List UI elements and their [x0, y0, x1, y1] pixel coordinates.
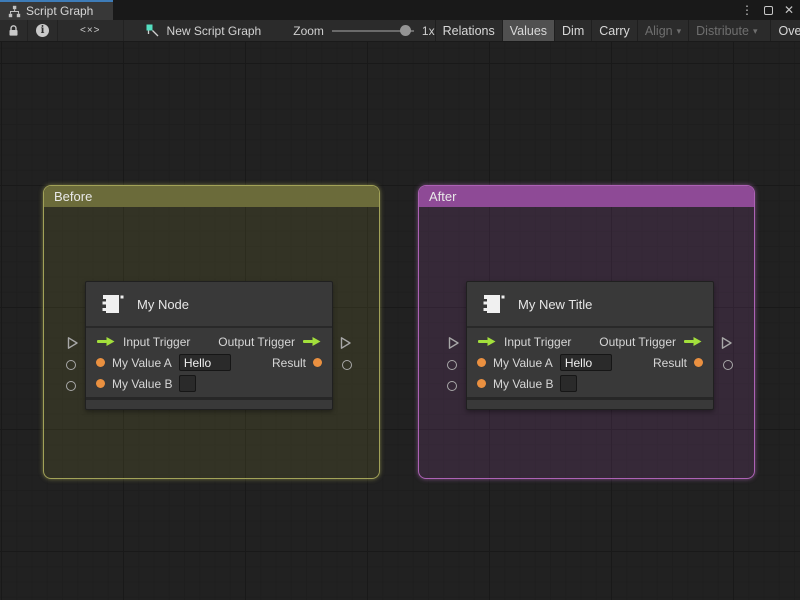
zoom-value: 1x [421, 23, 435, 38]
node-footer [467, 397, 713, 409]
tab-script-graph[interactable]: Script Graph [0, 0, 113, 20]
unit-node-icon [98, 290, 126, 318]
ext-result-port[interactable] [723, 360, 733, 370]
node-my-new-title[interactable]: My New Title Input Trigger Output Trigge… [447, 281, 733, 410]
window-controls: ⋮ ✕ [741, 0, 794, 20]
menu-icon[interactable]: ⋮ [741, 3, 753, 17]
node-body: Input Trigger Output Trigger My Value A [86, 328, 332, 397]
value-port-dot [96, 358, 105, 367]
group-before-header[interactable]: Before [44, 186, 379, 207]
value-a-input[interactable] [559, 354, 612, 371]
output-trigger-label: Output Trigger [599, 334, 676, 349]
value-b-input[interactable] [560, 375, 578, 392]
script-graph-asset-icon [146, 24, 160, 38]
graph-name-label: New Script Graph [166, 23, 262, 38]
align-button[interactable]: Align ▾ [636, 20, 688, 41]
value-b-input[interactable] [179, 375, 197, 392]
ext-input-trigger-port[interactable] [66, 336, 79, 350]
node-title: My Node [137, 296, 190, 312]
ext-output-trigger-port[interactable] [720, 336, 733, 350]
value-b-row: My Value B [467, 373, 713, 394]
overview-button[interactable]: Overview [770, 20, 800, 41]
input-trigger-label: Input Trigger [504, 334, 572, 349]
chevron-down-icon: ▾ [752, 26, 758, 36]
value-a-input[interactable] [178, 354, 231, 371]
distribute-button[interactable]: Distribute ▾ [688, 20, 764, 41]
lock-button[interactable] [0, 20, 28, 41]
node-header[interactable]: My Node [86, 282, 332, 328]
value-a-row: My Value A Result [86, 352, 332, 373]
ext-value-a-port[interactable] [447, 360, 457, 370]
relations-button[interactable]: Relations [434, 20, 502, 41]
zoom-slider[interactable] [331, 20, 414, 41]
chevron-down-icon: ▾ [676, 26, 682, 36]
lock-icon [8, 24, 19, 37]
graph-select-button[interactable]: New Script Graph [132, 20, 272, 41]
value-port-dot [477, 358, 486, 367]
zoom-slider-knob[interactable] [399, 24, 411, 36]
result-label: Result [652, 355, 687, 370]
value-port-dot [96, 379, 105, 388]
graph-toolbar: i <×> New Script Graph Zoom 1x Relations… [0, 20, 800, 42]
trigger-arrow-icon [302, 336, 322, 347]
value-b-label: My Value B [112, 376, 173, 391]
trigger-row: Input Trigger Output Trigger [467, 331, 713, 352]
output-trigger-label: Output Trigger [218, 334, 295, 349]
graph-canvas[interactable]: Before After My Node Input Trigger Outpu… [0, 42, 800, 600]
maximize-icon[interactable] [763, 5, 773, 15]
result-port-dot [313, 358, 322, 367]
value-port-dot [477, 379, 486, 388]
code-icon: <×> [80, 25, 101, 36]
trigger-arrow-icon [683, 336, 703, 347]
ext-result-port[interactable] [342, 360, 352, 370]
node-title: My New Title [518, 296, 593, 312]
group-title: Before [54, 189, 93, 204]
group-title: After [429, 189, 457, 204]
toolbar-toggles: Relations Values Dim Carry Align ▾ Distr… [434, 20, 800, 41]
trigger-arrow-icon [96, 336, 116, 347]
result-port-dot [694, 358, 703, 367]
trigger-row: Input Trigger Output Trigger [86, 331, 332, 352]
value-a-label: My Value A [493, 355, 553, 370]
zoom-control: Zoom 1x [293, 20, 434, 41]
value-b-label: My Value B [493, 376, 554, 391]
code-button[interactable]: <×> [58, 20, 124, 41]
values-button[interactable]: Values [501, 20, 555, 41]
ext-value-b-port[interactable] [66, 381, 76, 391]
distribute-label: Distribute [696, 23, 749, 38]
carry-button[interactable]: Carry [591, 20, 637, 41]
tab-bar: Script Graph ⋮ ✕ [0, 0, 800, 20]
ext-value-a-port[interactable] [66, 360, 76, 370]
script-graph-window: Script Graph ⋮ ✕ i <×> New Script Graph … [0, 0, 800, 600]
ext-value-b-port[interactable] [447, 381, 457, 391]
unit-node-icon [479, 290, 507, 318]
trigger-arrow-icon [477, 336, 497, 347]
align-label: Align [644, 23, 673, 38]
zoom-label: Zoom [293, 23, 324, 38]
group-after-header[interactable]: After [419, 186, 754, 207]
value-a-row: My Value A Result [467, 352, 713, 373]
node-my-node[interactable]: My Node Input Trigger Output Trigger My … [66, 281, 352, 410]
dim-button[interactable]: Dim [554, 20, 591, 41]
close-icon[interactable]: ✕ [784, 3, 794, 17]
input-trigger-label: Input Trigger [123, 334, 191, 349]
node-body: Input Trigger Output Trigger My Value A [467, 328, 713, 397]
node-header[interactable]: My New Title [467, 282, 713, 328]
graph-hierarchy-icon [8, 5, 21, 18]
ext-output-trigger-port[interactable] [339, 336, 352, 350]
tab-label: Script Graph [26, 4, 94, 18]
info-button[interactable]: i [28, 20, 58, 41]
value-a-label: My Value A [112, 355, 172, 370]
node-footer [86, 397, 332, 409]
info-icon: i [36, 24, 49, 37]
result-label: Result [271, 355, 306, 370]
value-b-row: My Value B [86, 373, 332, 394]
ext-input-trigger-port[interactable] [447, 336, 460, 350]
